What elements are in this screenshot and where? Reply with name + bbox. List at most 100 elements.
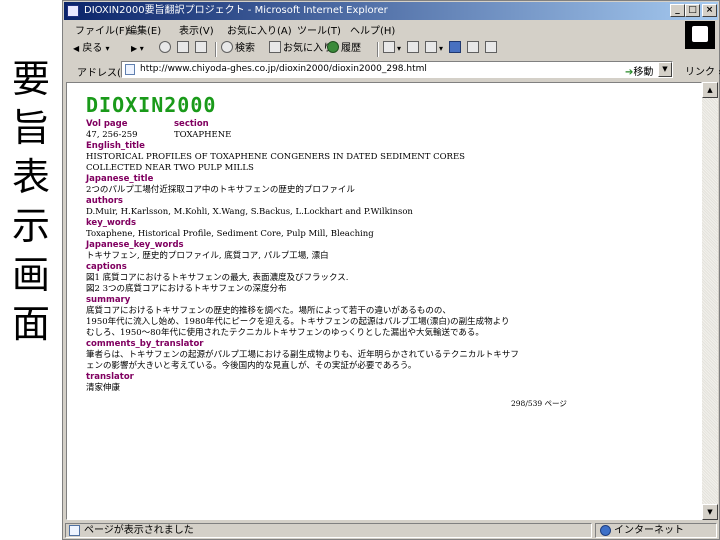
back-label: 戻る: [82, 43, 103, 54]
page-icon: [125, 64, 135, 75]
field-label: key_words: [86, 218, 137, 228]
caption-char: 要: [11, 57, 50, 101]
history-label: 履歴: [341, 43, 361, 54]
page-content: DIOXIN2000 Vol page section 47, 256-259 …: [66, 82, 702, 520]
section-label: section: [174, 119, 209, 129]
field-value: 筆者らは、トキサフェンの起源がパルプ工場における副生成物よりも、近年明らかされて…: [86, 350, 519, 360]
status-bar: ページが表示されました インターネット: [65, 522, 717, 539]
field-label: Japanese_key_words: [86, 240, 184, 250]
search-button[interactable]: 検索: [221, 41, 255, 57]
toolbar-separator: [377, 42, 379, 57]
print-button[interactable]: [407, 41, 421, 57]
title-bar[interactable]: DIOXIN2000要旨翻訳プロジェクト - Microsoft Interne…: [64, 2, 718, 20]
field-label: summary: [86, 295, 131, 305]
dropdown-arrow-icon: ▾: [439, 44, 444, 53]
stop-button[interactable]: [159, 41, 173, 57]
mail-button[interactable]: ▾: [383, 41, 401, 57]
menu-view[interactable]: 表示(V): [179, 22, 214, 37]
page-counter: 298/539 ページ: [511, 399, 567, 408]
address-input[interactable]: http://www.chiyoda-ghes.co.jp/dioxin2000…: [121, 61, 673, 78]
history-button[interactable]: 履歴: [327, 41, 361, 57]
browser-window: DIOXIN2000要旨翻訳プロジェクト - Microsoft Interne…: [62, 0, 720, 540]
menu-edit[interactable]: 編集(E): [127, 22, 161, 37]
refresh-icon: [177, 41, 189, 53]
menu-tools[interactable]: ツール(T): [297, 22, 341, 37]
research-button[interactable]: [485, 41, 499, 57]
field-label: authors: [86, 196, 123, 206]
favorites-icon: [269, 41, 281, 53]
field-value: 図1 底質コアにおけるトキサフェンの最大, 表面濃度及びフラックス.: [86, 273, 349, 283]
menu-help[interactable]: ヘルプ(H): [350, 22, 395, 37]
ie-page-icon: [67, 5, 79, 17]
edit-button[interactable]: ▾: [425, 41, 443, 57]
status-message: ページが表示されました: [84, 525, 194, 536]
security-zone-pane: インターネット: [595, 523, 717, 538]
favorites-button[interactable]: お気に入り: [269, 41, 333, 57]
favorites-label: お気に入り: [283, 43, 333, 54]
back-button[interactable]: ◀ 戻る ▾: [73, 41, 110, 57]
forward-arrow-icon: ▶ ▾: [131, 44, 144, 53]
menu-bar: ファイル(F) 編集(E) 表示(V) お気に入り(A) ツール(T) ヘルプ(…: [65, 21, 717, 37]
field-label: Japanese_title: [86, 174, 154, 184]
minimize-button[interactable]: _: [670, 4, 685, 17]
field-value: D.Muir, H.Karlsson, M.Kohli, X.Wang, S.B…: [86, 207, 413, 217]
scroll-up-button[interactable]: ▲: [702, 82, 718, 98]
side-caption: 要 旨 表 示 画 面: [0, 55, 62, 349]
vertical-scrollbar[interactable]: ▲ ▼: [702, 82, 718, 520]
zone-label: インターネット: [614, 525, 684, 536]
caption-char: 表: [11, 155, 50, 199]
window-title: DIOXIN2000要旨翻訳プロジェクト - Microsoft Interne…: [84, 5, 388, 16]
dropdown-arrow-icon: ▾: [397, 44, 402, 53]
search-label: 検索: [235, 43, 255, 54]
menu-file[interactable]: ファイル(F): [75, 22, 129, 37]
vol-page-label: Vol page: [86, 119, 128, 129]
scroll-down-button[interactable]: ▼: [702, 504, 718, 520]
header-label-row: Vol page section: [86, 119, 686, 130]
vol-page-value: 47, 256-259: [86, 130, 138, 140]
stop-icon: [159, 41, 171, 53]
address-url: http://www.chiyoda-ghes.co.jp/dioxin2000…: [140, 64, 427, 74]
caption-char: 面: [11, 302, 50, 346]
field-value: 2つのパルプ工場付近採取コア中のトキサフェンの歴史的プロファイル: [86, 185, 355, 195]
mail-icon: [383, 41, 395, 53]
windows-logo-throbber: [685, 21, 715, 49]
field-value: ェンの影響が大きいと考えている。今後国内的な見直しが、その実証が必要であろう。: [86, 361, 417, 371]
field-value: 1950年代に流入し始め、1980年代にピークを迎える。トキサフェンの起源はパル…: [86, 317, 510, 327]
field-value: むしろ、1950～80年代に使用されたテクニカルトキサフェンのゆっくりとした漏出…: [86, 328, 484, 338]
field-value: 清家伸康: [86, 383, 121, 393]
field-label: English_title: [86, 141, 145, 151]
address-bar: アドレス(D) http://www.chiyoda-ghes.co.jp/di…: [65, 60, 720, 80]
page-done-icon: [69, 525, 80, 536]
close-button[interactable]: ×: [702, 4, 717, 17]
edit-icon: [425, 41, 437, 53]
history-icon: [327, 41, 339, 53]
abstract-document: DIOXIN2000 Vol page section 47, 256-259 …: [86, 93, 686, 409]
print-icon: [407, 41, 419, 53]
field-value: HISTORICAL PROFILES OF TOXAPHENE CONGENE…: [86, 152, 465, 162]
discuss-button[interactable]: [449, 41, 463, 57]
messenger-button[interactable]: [467, 41, 481, 57]
dropdown-arrow-icon: ▾: [105, 44, 110, 53]
field-value: 底質コアにおけるトキサフェンの歴史的推移を調べた。場所によって若干の違いがあるも…: [86, 306, 451, 316]
address-dropdown-button[interactable]: ▼: [658, 62, 672, 77]
back-arrow-icon: ◀: [73, 44, 80, 53]
menu-favorites[interactable]: お気に入り(A): [227, 22, 292, 37]
maximize-button[interactable]: □: [685, 4, 700, 17]
forward-button[interactable]: ▶ ▾: [131, 41, 144, 57]
field-value: Toxaphene, Historical Profile, Sediment …: [86, 229, 374, 239]
home-button[interactable]: [195, 41, 209, 57]
search-icon: [221, 41, 233, 53]
caption-char: 旨: [11, 106, 50, 150]
field-value: トキサフェン, 歴史的プロファイル, 底質コア, パルプ工場, 漂白: [86, 251, 329, 261]
field-label: comments_by_translator: [86, 339, 204, 349]
document-title: DIOXIN2000: [86, 93, 217, 117]
research-icon: [485, 41, 497, 53]
toolbar-separator: [215, 42, 217, 57]
status-message-pane: ページが表示されました: [65, 523, 592, 538]
windows-logo-icon: [692, 26, 708, 42]
go-button[interactable]: ➔移動: [625, 63, 653, 78]
links-button[interactable]: リンク »: [685, 63, 720, 78]
refresh-button[interactable]: [177, 41, 191, 57]
standard-toolbar: ◀ 戻る ▾ ▶ ▾ 検索 お気に入り 履歴 ▾ ▾: [65, 39, 681, 59]
field-label: translator: [86, 372, 134, 382]
